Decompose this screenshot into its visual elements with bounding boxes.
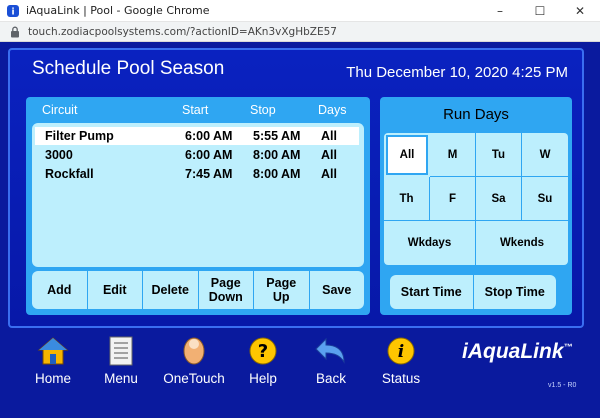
nav-status[interactable]: i Status	[366, 334, 436, 386]
brand-trademark: ™	[563, 342, 573, 352]
app-area: Schedule Pool Season Thu December 10, 20…	[0, 42, 600, 418]
days: All	[321, 148, 337, 162]
circuit-name: 3000	[45, 148, 73, 162]
day-wednesday-button[interactable]: W	[522, 133, 568, 177]
stop-time: 5:55 AM	[253, 129, 301, 143]
page-up-label-line2: Up	[272, 290, 290, 304]
minimize-button[interactable]: –	[480, 0, 520, 22]
day-all-button[interactable]: All	[386, 135, 428, 175]
nav-help-label: Help	[249, 371, 277, 386]
stop-time-button[interactable]: Stop Time	[474, 275, 557, 309]
day-selector-grid: All M Tu W Th F Sa Su Wkdays Wkends	[384, 133, 568, 265]
menu-icon	[104, 334, 138, 368]
page-title: Schedule Pool Season	[32, 58, 225, 79]
nav-onetouch-label: OneTouch	[163, 371, 225, 386]
nav-help[interactable]: ? Help	[228, 334, 298, 386]
window-controls: – ☐ ✕	[480, 0, 600, 22]
page-up-button[interactable]: Page Up	[254, 271, 310, 309]
schedule-row[interactable]: Rockfall 7:45 AM 8:00 AM All	[35, 165, 359, 183]
nav-back-label: Back	[315, 371, 346, 386]
schedule-action-bar: Add Edit Delete Page Down Page Up Save	[32, 271, 364, 309]
window-titlebar: i iAquaLink | Pool - Google Chrome – ☐ ✕	[0, 0, 600, 22]
nav-back[interactable]: Back	[296, 334, 366, 386]
schedule-list: Filter Pump 6:00 AM 5:55 AM All 3000 6:0…	[32, 123, 364, 267]
nav-menu[interactable]: Menu	[86, 334, 156, 386]
day-monday-button[interactable]: M	[430, 133, 476, 177]
add-button[interactable]: Add	[32, 271, 88, 309]
nav-menu-label: Menu	[104, 371, 138, 386]
help-icon: ?	[246, 334, 280, 368]
page-down-label-line1: Page	[210, 276, 241, 290]
back-arrow-icon	[314, 334, 348, 368]
lock-icon[interactable]	[10, 26, 20, 38]
day-friday-button[interactable]: F	[430, 177, 476, 221]
window-title: iAquaLink | Pool - Google Chrome	[26, 4, 210, 17]
column-header-days: Days	[318, 103, 347, 117]
column-header-start: Start	[182, 103, 209, 117]
edit-button[interactable]: Edit	[88, 271, 143, 309]
current-datetime: Thu December 10, 2020 4:25 PM	[346, 64, 568, 81]
day-sunday-button[interactable]: Su	[522, 177, 568, 221]
nav-onetouch[interactable]: OneTouch	[159, 334, 229, 386]
start-time: 6:00 AM	[185, 148, 233, 162]
stop-time: 8:00 AM	[253, 167, 301, 181]
schedule-row[interactable]: 3000 6:00 AM 8:00 AM All	[35, 146, 359, 164]
finger-touch-icon	[177, 334, 211, 368]
schedule-screen: Schedule Pool Season Thu December 10, 20…	[8, 48, 584, 328]
run-days-panel: Run Days All M Tu W Th F Sa Su Wkdays Wk…	[380, 97, 572, 315]
info-icon: i	[384, 334, 418, 368]
version-text: v1.5 - R0	[548, 382, 577, 389]
iaqualink-logo: iAquaLink™	[462, 340, 573, 364]
circuit-name: Rockfall	[45, 167, 94, 181]
save-button[interactable]: Save	[310, 271, 365, 309]
address-bar[interactable]: touch.zodiacpoolsystems.com/?actionID=AK…	[0, 22, 600, 42]
weekends-button[interactable]: Wkends	[476, 221, 568, 265]
column-header-circuit: Circuit	[42, 103, 78, 117]
nav-home[interactable]: Home	[18, 334, 88, 386]
svg-text:i: i	[11, 7, 14, 17]
nav-home-label: Home	[34, 371, 71, 386]
page-down-button[interactable]: Page Down	[199, 271, 254, 309]
maximize-button[interactable]: ☐	[520, 0, 560, 22]
run-days-title: Run Days	[443, 106, 509, 123]
svg-text:i: i	[398, 342, 404, 362]
time-action-bar: Start Time Stop Time	[390, 275, 556, 309]
column-header-stop: Stop	[250, 103, 276, 117]
stop-time: 8:00 AM	[253, 148, 301, 162]
weekdays-button[interactable]: Wkdays	[384, 221, 476, 265]
days: All	[321, 129, 337, 143]
nav-status-label: Status	[381, 371, 421, 386]
page-up-label-line1: Page	[266, 276, 297, 290]
day-tuesday-button[interactable]: Tu	[476, 133, 522, 177]
start-time: 6:00 AM	[185, 129, 233, 143]
url-text[interactable]: touch.zodiacpoolsystems.com/?actionID=AK…	[28, 26, 337, 38]
day-saturday-button[interactable]: Sa	[476, 177, 522, 221]
home-icon	[36, 334, 70, 368]
iaqualink-app-icon: i	[6, 4, 20, 18]
schedule-panel: Circuit Start Stop Days Filter Pump 6:00…	[26, 97, 370, 315]
close-button[interactable]: ✕	[560, 0, 600, 22]
delete-button[interactable]: Delete	[143, 271, 199, 309]
start-time-button[interactable]: Start Time	[390, 275, 474, 309]
schedule-row[interactable]: Filter Pump 6:00 AM 5:55 AM All	[35, 127, 359, 145]
start-time: 7:45 AM	[185, 167, 233, 181]
bottom-nav: Home Menu OneTouch ? Help Back i Status …	[0, 330, 600, 418]
svg-text:?: ?	[258, 341, 268, 362]
days: All	[321, 167, 337, 181]
page-down-label-line2: Down	[208, 290, 243, 304]
day-thursday-button[interactable]: Th	[384, 177, 430, 221]
circuit-name: Filter Pump	[45, 129, 114, 143]
brand-name: iAquaLink	[462, 340, 564, 363]
